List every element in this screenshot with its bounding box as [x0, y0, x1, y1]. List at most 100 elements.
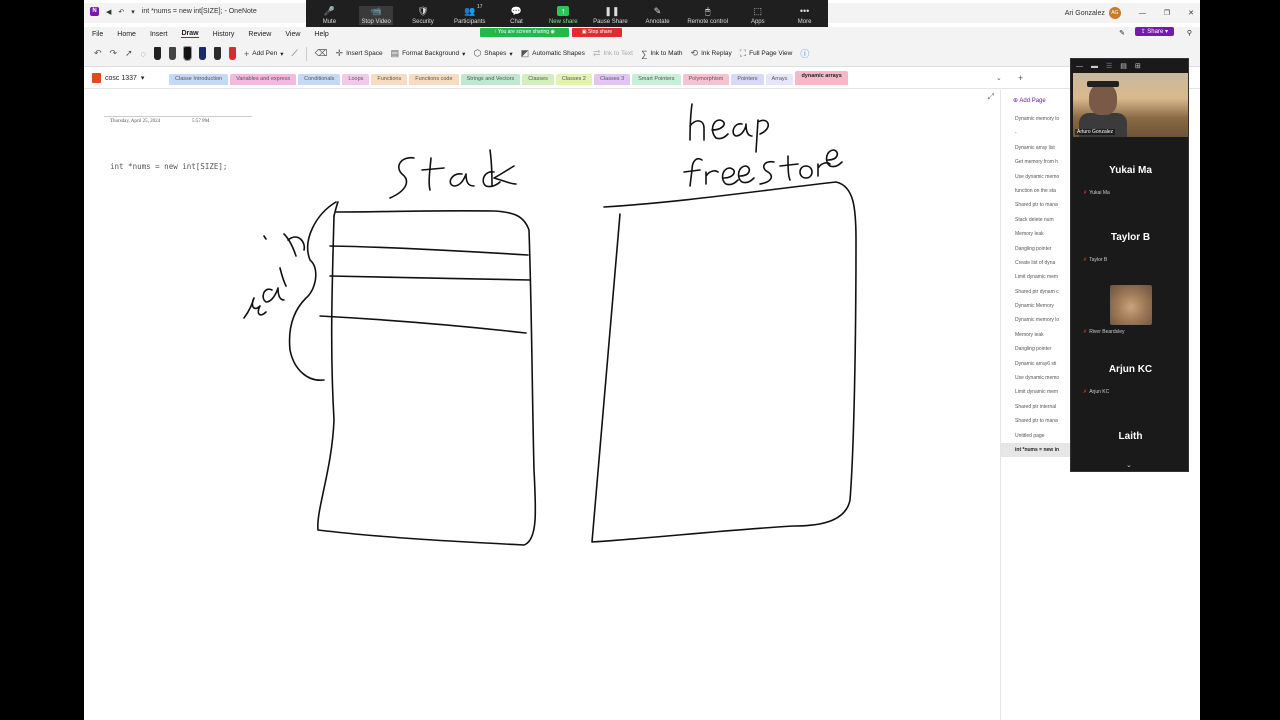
menu-insert[interactable]: Insert — [150, 31, 168, 38]
automatic-shapes-button[interactable]: ◩ Automatic Shapes — [521, 48, 585, 59]
ink-replay-button[interactable]: ⟲ Ink Replay — [691, 48, 732, 59]
page-list-item[interactable]: Shared ptr to mana — [1001, 414, 1070, 428]
filmstrip-icon[interactable]: ▤ — [1120, 62, 1127, 70]
pin-icon[interactable]: ⚲ — [1187, 29, 1192, 37]
host-video-tile[interactable]: Arturo Gonzalez — [1073, 73, 1188, 137]
tabs-overflow-chevron-icon[interactable]: ⌄ — [996, 74, 1002, 82]
section-tab[interactable]: Loops — [342, 74, 370, 85]
lasso-icon[interactable]: ◌ — [141, 49, 146, 59]
page-list-item[interactable]: Get memory from h — [1001, 155, 1070, 169]
add-page-button[interactable]: ⊕ Add Page — [1001, 90, 1070, 112]
pen-black-icon[interactable] — [154, 47, 161, 60]
page-list-item[interactable]: Dynamic memory lo — [1001, 313, 1070, 327]
section-tab[interactable]: dynamic arrays — [795, 71, 848, 85]
participant-tile[interactable]: Yukai Ma ✗ Yukai Ma — [1073, 165, 1188, 196]
participant-tile[interactable]: ✗ River Beardsley — [1073, 285, 1188, 335]
eraser-icon[interactable]: ⌫ — [315, 48, 328, 59]
participant-tile[interactable]: Laith — [1073, 431, 1188, 442]
page-list-item[interactable]: Memory leak — [1001, 328, 1070, 342]
zoom-stop-video-button[interactable]: 📹 Stop Video — [359, 6, 394, 25]
stop-share-button[interactable]: ▣ Stop share — [571, 28, 623, 37]
zoom-apps-button[interactable]: ⬚ Apps — [741, 6, 775, 25]
zoom-chat-button[interactable]: 💬 Chat — [500, 6, 534, 25]
zoom-security-button[interactable]: 🛡 Security — [406, 6, 440, 25]
redo-icon[interactable]: ↷ — [110, 48, 118, 59]
close-icon[interactable]: ✕ — [1188, 9, 1194, 17]
page-list-item[interactable]: Use dynamic memo — [1001, 170, 1070, 184]
pen-dark-icon[interactable] — [169, 47, 176, 60]
undo-icon[interactable]: ↶ — [94, 48, 102, 59]
page-list-item[interactable]: Memory leak — [1001, 227, 1070, 241]
share-button[interactable]: ⇪ Share ▾ — [1134, 27, 1174, 36]
avatar[interactable]: AG — [1108, 7, 1121, 19]
page-list-item[interactable]: Shared ptr internal — [1001, 400, 1070, 414]
section-tab[interactable]: Polymorphism — [682, 74, 730, 85]
page-list-item[interactable]: function on the sta — [1001, 184, 1070, 198]
pen-gray-icon[interactable] — [214, 47, 221, 60]
page-list-item[interactable]: Dynamic memory lo — [1001, 112, 1070, 126]
gallery-grid-icon[interactable]: ⊞ — [1135, 62, 1141, 70]
menu-review[interactable]: Review — [248, 31, 271, 38]
section-tab[interactable]: Smart Pointers — [632, 74, 681, 85]
menu-view[interactable]: View — [285, 31, 300, 38]
section-tab[interactable]: Strings and Vectors — [460, 74, 521, 85]
insert-space-button[interactable]: ✛ Insert Space — [336, 48, 383, 59]
highlighter-red-icon[interactable] — [229, 47, 236, 60]
section-tab[interactable]: Classes — [522, 74, 554, 85]
add-section-icon[interactable]: + — [1018, 73, 1023, 83]
section-tab[interactable]: Pointers — [731, 74, 764, 85]
page-list-item[interactable]: Dynamic array6 sti — [1001, 357, 1070, 371]
section-tab[interactable]: Classe Introduction — [169, 74, 229, 85]
pen-selected-icon[interactable] — [183, 46, 192, 61]
page-list-item[interactable]: Limit dynamic mem — [1001, 270, 1070, 284]
zoom-participants-button[interactable]: 👥 17 Participants — [453, 4, 487, 25]
page-list-item[interactable]: Dangling pointer — [1001, 242, 1070, 256]
zoom-remote-control-button[interactable]: 🖱 Remote control — [687, 6, 728, 25]
page-list-item[interactable]: Shared ptr to mana — [1001, 198, 1070, 212]
help-icon[interactable]: ⓘ — [800, 47, 809, 60]
section-tab[interactable]: Variables and express — [230, 74, 297, 85]
select-cursor-icon[interactable]: ➚ — [125, 48, 133, 59]
format-background-button[interactable]: ▤ Format Background ▾ — [391, 48, 466, 59]
menu-draw[interactable]: Draw — [181, 30, 199, 38]
menu-history[interactable]: History — [213, 31, 235, 38]
full-page-view-button[interactable]: ⛶ Full Page View — [740, 48, 793, 59]
section-tab[interactable]: Classes 2 — [555, 74, 592, 85]
page-list-item[interactable]: Stack delete num — [1001, 213, 1070, 227]
section-tab[interactable]: Conditionals — [298, 74, 341, 85]
undo-icon[interactable]: ↶ — [118, 8, 124, 16]
hide-video-icon[interactable]: ▬ — [1091, 63, 1098, 70]
pen-navy-icon[interactable] — [199, 47, 206, 60]
shapes-button[interactable]: ⬡ Shapes ▾ — [473, 48, 512, 59]
zoom-mute-button[interactable]: 🎤 Mute — [312, 6, 346, 25]
zoom-more-button[interactable]: ••• More — [788, 6, 822, 25]
ink-to-text-button[interactable]: ⇄ Ink to Text — [593, 48, 633, 59]
page-list-item[interactable]: Untitled page — [1001, 429, 1070, 443]
minimize-icon[interactable]: — — [1076, 63, 1083, 70]
page-list-item[interactable]: Dynamic array list — [1001, 141, 1070, 155]
restore-icon[interactable]: ❐ — [1164, 9, 1170, 17]
page-list-item[interactable]: Dynamic Memory — [1001, 299, 1070, 313]
menu-home[interactable]: Home — [117, 31, 136, 38]
section-tab[interactable]: Arrays — [765, 74, 794, 85]
ruler-icon[interactable]: ⟋ — [291, 48, 297, 59]
customize-icon[interactable]: ▾ — [131, 8, 135, 16]
zoom-annotate-button[interactable]: ✎ Annotate — [641, 6, 675, 25]
page-list-item[interactable]: - — [1001, 126, 1070, 140]
page-list-item[interactable]: Shared ptr dynam c — [1001, 285, 1070, 299]
add-pen-button[interactable]: + Add Pen ▾ — [244, 49, 283, 59]
section-tab[interactable]: Functions code — [409, 74, 459, 85]
section-tab[interactable]: Functions — [371, 74, 408, 85]
minimize-icon[interactable]: — — [1139, 10, 1146, 17]
speaker-view-icon[interactable]: ☰ — [1106, 62, 1112, 70]
menu-help[interactable]: Help — [314, 31, 328, 38]
participant-tile[interactable]: Taylor B ✗ Taylor B — [1073, 232, 1188, 263]
page-canvas[interactable]: Thursday, April 25, 2024 5:57 PM int *nu… — [84, 90, 1000, 720]
ink-to-math-button[interactable]: ∑ Ink to Math — [641, 49, 683, 59]
section-tab[interactable]: Classes 3 — [593, 74, 631, 85]
menu-file[interactable]: File — [92, 31, 103, 38]
notebook-selector[interactable]: cosc 1337 ▾ — [92, 73, 144, 83]
zoom-new-share-button[interactable]: ↑ New share — [546, 6, 580, 25]
page-list-item[interactable]: Limit dynamic mem — [1001, 385, 1070, 399]
participant-tile[interactable]: Arjun KC ✗ Arjun KC — [1073, 364, 1188, 395]
